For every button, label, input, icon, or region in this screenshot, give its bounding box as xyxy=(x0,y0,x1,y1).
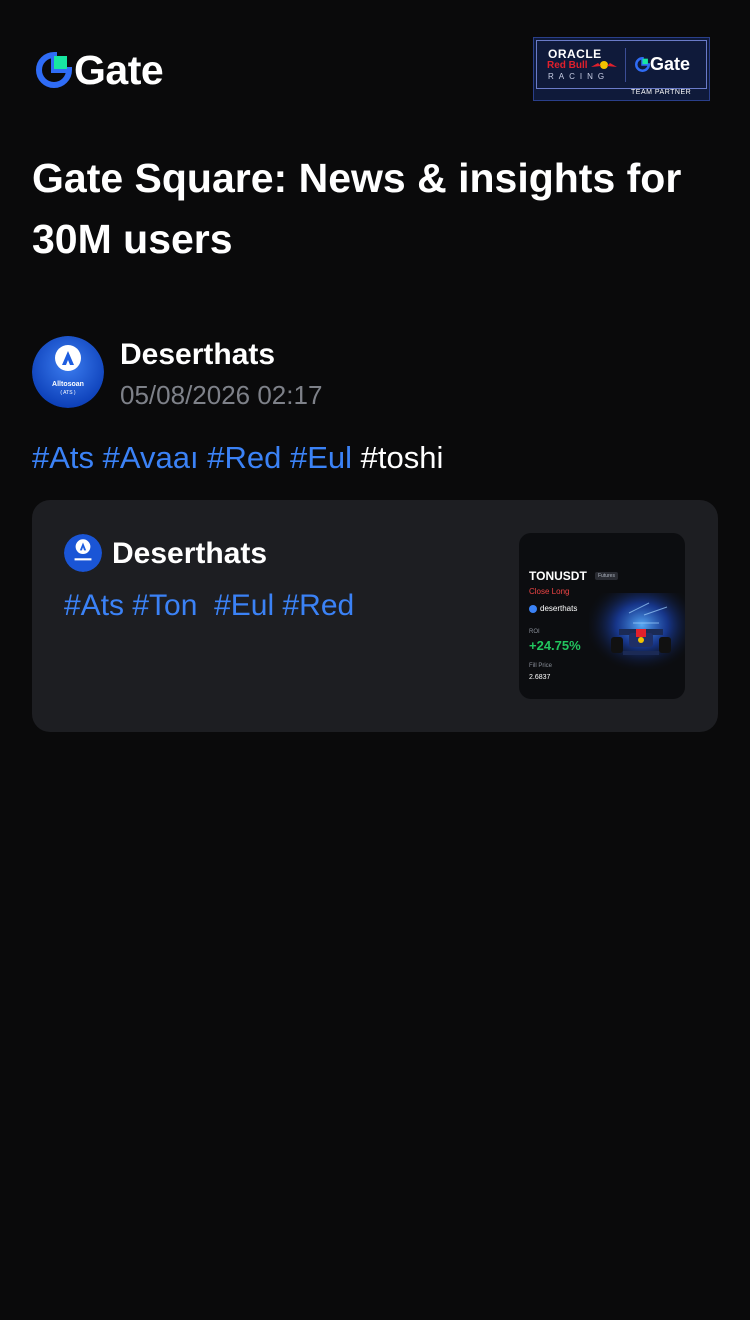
header: Gate ORACLE Red Bull RACING Gate TEAM PA… xyxy=(0,0,750,130)
thumb-roi-label: ROI xyxy=(529,629,540,635)
card-thumbnail[interactable]: TONUSDT Futures Close Long deserthats RO… xyxy=(519,533,685,699)
logo-text: Gate xyxy=(74,47,164,93)
quoted-post-card[interactable]: Deserthats #Ats #Ton #Eul #Red TONUSDT F… xyxy=(32,500,718,732)
post-tags: #Ats #Avaaı #Red #Eul #toshi xyxy=(32,440,443,476)
partner-racing-text: RACING xyxy=(548,72,610,81)
post-header: Alltosoan ( ATS ) Deserthats 05/08/2026 … xyxy=(32,336,722,410)
gate-logo-icon xyxy=(36,52,72,88)
thumb-fill-label: Fill Price xyxy=(529,663,553,669)
hashtag-link[interactable]: #Eul xyxy=(290,440,352,475)
thumb-username: deserthats xyxy=(540,604,578,613)
gate-logo-icon xyxy=(635,57,650,72)
card-author-name: Deserthats xyxy=(112,537,268,570)
partner-oracle-text: ORACLE xyxy=(548,47,602,61)
partner-redbull-text: Red Bull xyxy=(547,60,588,71)
partner-tag: TEAM PARTNER xyxy=(631,89,692,96)
race-car-icon xyxy=(589,593,685,673)
partner-gate-text: Gate xyxy=(650,54,691,74)
partner-divider xyxy=(625,48,626,82)
author-name[interactable]: Deserthats xyxy=(120,338,275,372)
hashtag-link[interactable]: #Avaaı xyxy=(103,440,199,475)
post-timestamp: 05/08/2026 02:17 xyxy=(120,380,323,410)
thumb-user-avatar xyxy=(529,605,537,613)
thumb-roi-value: +24.75% xyxy=(529,638,581,653)
avatar[interactable]: Alltosoan ( ATS ) xyxy=(32,336,104,408)
red-bull-icon xyxy=(591,61,617,69)
avatar-subtext: ( ATS ) xyxy=(60,390,76,396)
avatar-logo-icon xyxy=(64,534,102,572)
partner-frame: ORACLE Red Bull RACING Gate xyxy=(536,40,707,89)
card-hashtags[interactable]: #Ats #Ton #Eul #Red xyxy=(64,589,354,623)
team-partner-badge[interactable]: ORACLE Red Bull RACING Gate TEAM PARTNER xyxy=(533,37,710,101)
avatar-text: Alltosoan xyxy=(52,381,84,388)
hashtag-text: #toshi xyxy=(360,440,444,475)
thumb-side: Close Long xyxy=(529,587,570,596)
hashtag-link[interactable]: #Ats xyxy=(32,440,94,475)
gate-logo[interactable]: Gate xyxy=(36,47,164,93)
thumb-fill-value: 2.6837 xyxy=(529,674,551,681)
avatar-logo-icon: Alltosoan ( ATS ) xyxy=(32,336,104,408)
thumb-pair: TONUSDT xyxy=(529,569,587,583)
card-avatar xyxy=(64,534,102,572)
page-title: Gate Square: News & insights for 30M use… xyxy=(32,155,682,262)
thumb-badge: Futures xyxy=(595,572,618,580)
hashtag-link[interactable]: #Red xyxy=(207,440,281,475)
